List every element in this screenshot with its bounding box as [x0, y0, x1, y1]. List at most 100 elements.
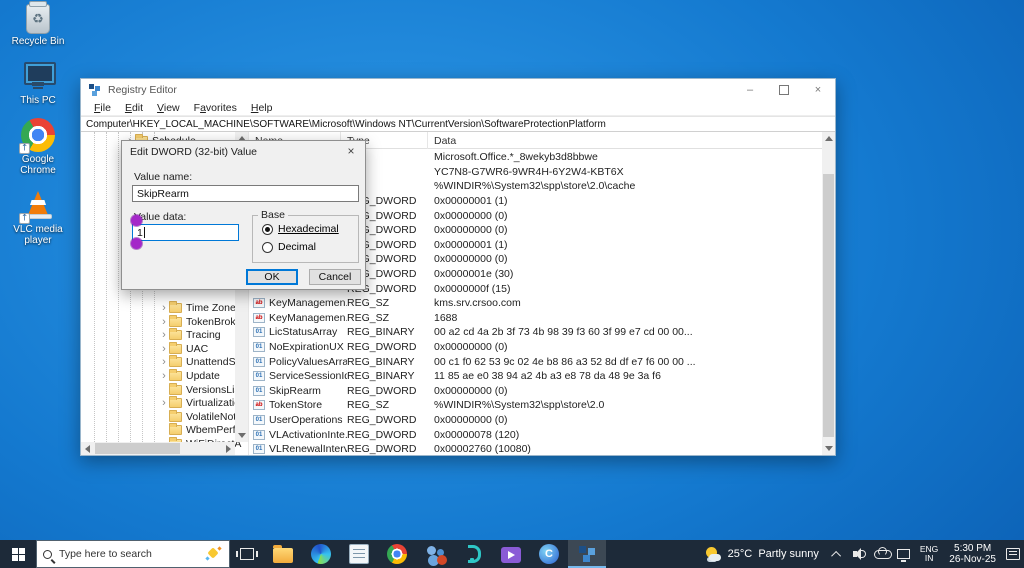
string-value-icon: ab [253, 400, 265, 411]
binary-value-icon: 01 [253, 385, 265, 396]
tree-key-tokenbroke[interactable]: › TokenBroke [159, 314, 241, 329]
taskbar-app-chrome[interactable] [378, 540, 416, 568]
registry-value-row[interactable]: ab KeyManagemen... REG_SZ kms.srv.crsoo.com [249, 296, 822, 311]
expand-chevron-icon[interactable]: › [159, 343, 169, 354]
taskbar-app-notepad[interactable] [340, 540, 378, 568]
scroll-up-arrow[interactable] [822, 132, 835, 145]
value-name: VLActivationInte... [269, 428, 347, 441]
expand-chevron-icon[interactable]: › [159, 371, 169, 382]
registry-value-row[interactable]: 01 SkipRearm REG_DWORD 0x00000000 (0) [249, 384, 822, 399]
taskbar-app-media-app[interactable] [492, 540, 530, 568]
circle-app-icon: C [539, 544, 559, 564]
desktop-icon-label: This PC [20, 95, 56, 106]
scroll-left-arrow[interactable] [81, 442, 94, 455]
weather-widget[interactable]: 25°C Partly sunny [705, 546, 819, 563]
taskbar-app-edge[interactable] [302, 540, 340, 568]
desktop-icon-recycle-bin[interactable]: Recycle Bin [6, 1, 70, 47]
taskbar-app-registry-editor[interactable] [568, 540, 606, 568]
tree-key-uac[interactable]: › UAC [159, 341, 208, 356]
tree-key-tracing[interactable]: › Tracing [159, 328, 221, 342]
network-button[interactable] [893, 549, 915, 562]
binary-value-icon: 01 [253, 444, 265, 455]
expand-chevron-icon[interactable]: › [159, 398, 169, 409]
taskbar-app-file-explorer[interactable] [264, 540, 302, 568]
desktop-icon-label: Recycle Bin [11, 36, 65, 47]
menu-view[interactable]: View [150, 102, 187, 114]
decimal-radio[interactable]: Decimal [262, 241, 316, 253]
folder-icon [169, 328, 182, 341]
address-bar[interactable]: Computer\HKEY_LOCAL_MACHINE\SOFTWARE\Mic… [81, 116, 835, 132]
start-button[interactable] [0, 540, 36, 568]
value-name: PolicyValuesArray [269, 355, 347, 368]
binary-value-icon: 01 [253, 327, 265, 338]
close-button[interactable]: × [801, 79, 835, 101]
scrollbar-thumb[interactable] [95, 443, 180, 454]
task-view-button[interactable] [230, 540, 264, 568]
tree-key-time-zone[interactable]: › Time Zone [159, 301, 236, 315]
expand-chevron-icon[interactable]: › [159, 357, 169, 368]
tree-key-wbemperf[interactable]: WbemPerf [159, 423, 236, 437]
value-data: 0x00000001 (1) [434, 238, 508, 251]
scrollbar-thumb[interactable] [823, 174, 834, 437]
menu-favorites[interactable]: Favorites [187, 102, 244, 114]
scroll-right-arrow[interactable] [222, 442, 235, 455]
registry-value-row[interactable]: 01 VLRenewalIntervalREG_DWORD 0x00002760 (… [249, 442, 822, 455]
scroll-down-arrow[interactable] [822, 442, 835, 455]
action-center-button[interactable] [1002, 548, 1024, 560]
value-data: 00 c1 f0 62 53 9c 02 4e b8 86 a3 52 8d d… [434, 355, 696, 368]
menu-file[interactable]: File [87, 102, 118, 114]
minimize-button[interactable]: – [733, 79, 767, 101]
taskbar-app-teal-app[interactable] [454, 540, 492, 568]
desktop-icon-vlc[interactable]: VLC media player [6, 188, 70, 246]
registry-value-row[interactable]: 01 VLActivationInte... REG_DWORD 0x00000078… [249, 427, 822, 442]
tree-key-volatilenot[interactable]: VolatileNot [159, 409, 236, 424]
taskbar-app-circle-app[interactable]: C [530, 540, 568, 568]
menu-help[interactable]: Help [244, 102, 280, 114]
registry-value-row[interactable]: 01 PolicyValuesArray REG_BINARY 00 c1 f0 62… [249, 354, 822, 369]
taskbar-search-box[interactable]: Type here to search [36, 540, 230, 568]
value-data-field[interactable]: 1 [132, 224, 239, 241]
registry-value-row[interactable]: 01 LicStatusArray REG_BINARY 00 a2 cd 4a 2b… [249, 325, 822, 340]
registry-value-row[interactable]: ab TokenStore REG_SZ %WINDIR%\System32\spp\… [249, 398, 822, 413]
menu-edit[interactable]: Edit [118, 102, 150, 114]
search-placeholder: Type here to search [59, 548, 152, 560]
registry-value-row[interactable]: ab KeyManagemen... REG_SZ 1688 [249, 311, 822, 326]
clock[interactable]: 5:30 PM 26-Nov-25 [943, 543, 1002, 565]
value-type: REG_DWORD [347, 384, 417, 397]
onedrive-button[interactable] [871, 547, 893, 559]
desktop: Recycle Bin This PC Google Chrome VLC media… [0, 0, 1024, 540]
expand-chevron-icon[interactable]: › [159, 303, 169, 314]
edit-dword-dialog: Edit DWORD (32-bit) Value × Value name: … [121, 140, 366, 290]
value-type: REG_SZ [347, 297, 390, 310]
show-hidden-icons-button[interactable] [827, 550, 849, 561]
cancel-button[interactable]: Cancel [309, 269, 361, 285]
text-caret [143, 227, 145, 238]
tree-key-update[interactable]: › Update [159, 369, 220, 383]
tree-key-unattendse[interactable]: › UnattendSe [159, 355, 241, 369]
value-name: ServiceSessionId [269, 370, 347, 383]
window-title: Registry Editor [108, 84, 177, 96]
taskbar-app-people[interactable] [416, 540, 454, 568]
value-name-field[interactable]: SkipRearm [132, 185, 359, 202]
registry-value-row[interactable]: 01 ServiceSessionId REG_BINARY 11 85 ae e0 … [249, 369, 822, 384]
maximize-button[interactable] [767, 79, 801, 101]
expand-chevron-icon[interactable]: › [159, 316, 169, 327]
scroll-down-arrow[interactable] [235, 429, 248, 442]
column-header-data[interactable]: Data [428, 132, 718, 149]
tree-horizontal-scrollbar[interactable] [81, 442, 235, 455]
desktop-icon-this-pc[interactable]: This PC [6, 59, 70, 106]
chrome-icon [387, 544, 407, 564]
dialog-close-icon[interactable]: × [343, 144, 359, 159]
registry-value-row[interactable]: 01 UserOperations REG_DWORD 0x00000000 (0) [249, 413, 822, 428]
language-indicator[interactable]: ENG IN [915, 545, 943, 563]
hexadecimal-radio[interactable]: Hexadecimal [262, 223, 339, 235]
volume-button[interactable] [849, 548, 871, 560]
tree-key-virtualizatio[interactable]: › Virtualizatio [159, 396, 240, 410]
ok-button[interactable]: OK [246, 269, 298, 285]
registry-value-row[interactable]: 01 NoExpirationUX REG_DWORD 0x00000000 (0) [249, 340, 822, 355]
tree-key-versionslist[interactable]: VersionsList [159, 382, 243, 397]
desktop-icon-google-chrome[interactable]: Google Chrome [6, 118, 70, 176]
list-vertical-scrollbar[interactable] [822, 132, 835, 455]
value-data: kms.srv.crsoo.com [434, 297, 521, 310]
expand-chevron-icon[interactable]: › [159, 330, 169, 341]
